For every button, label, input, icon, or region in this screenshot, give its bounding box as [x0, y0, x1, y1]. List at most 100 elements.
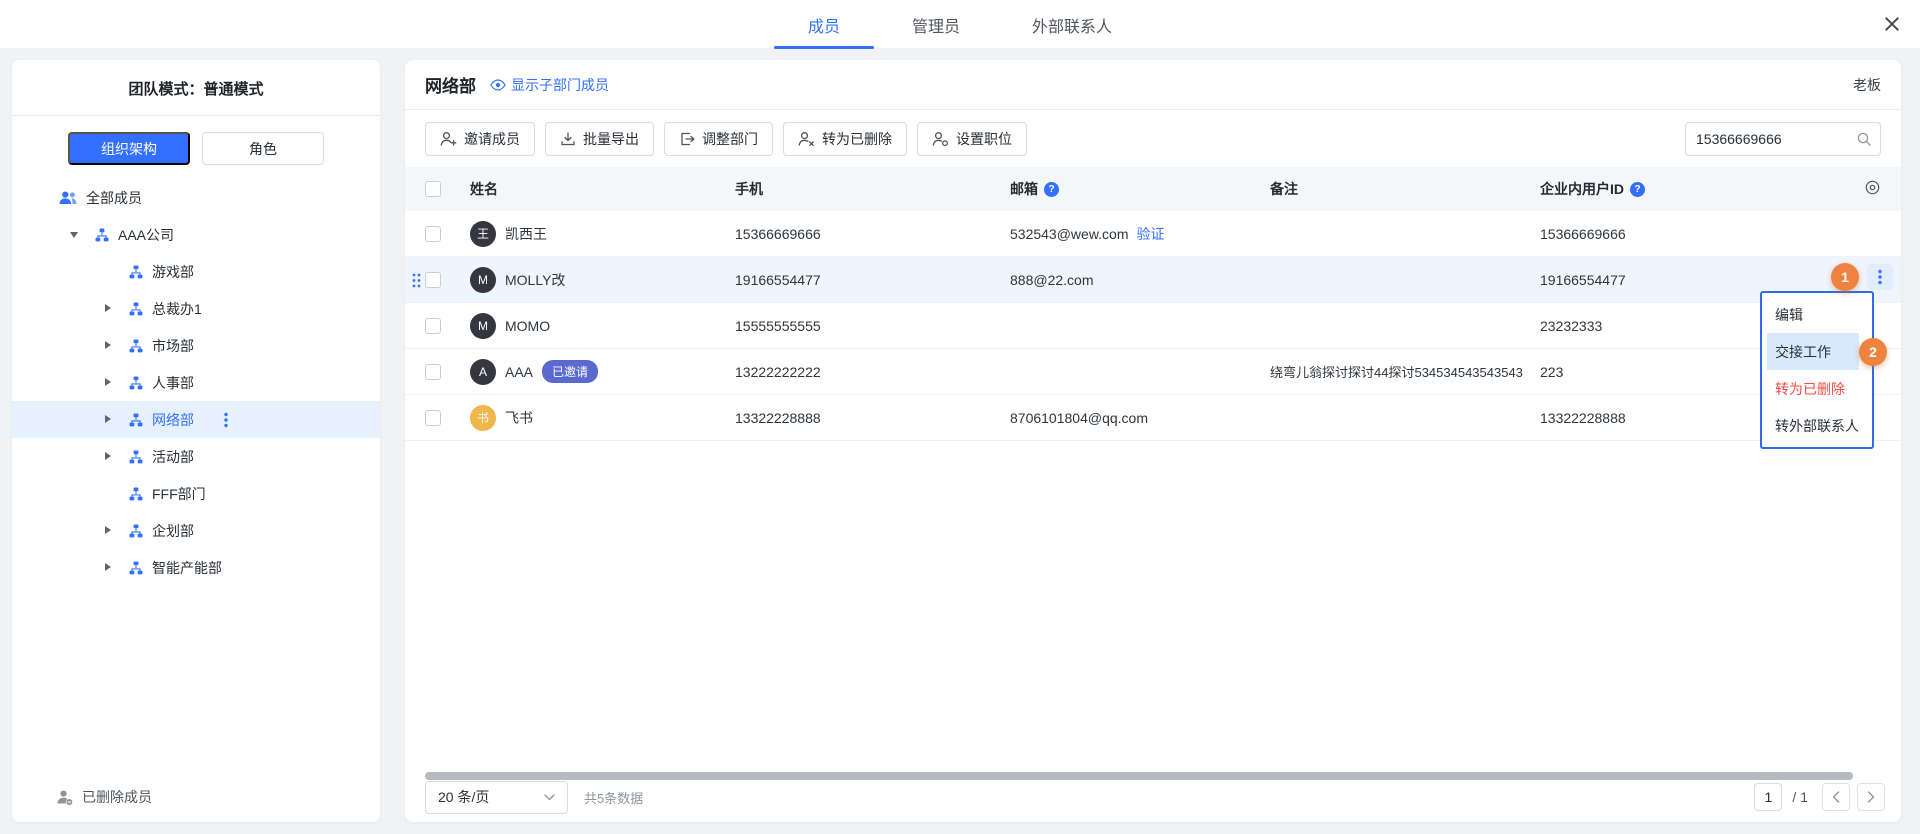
sidebar-divider — [12, 115, 380, 116]
person-gear-icon — [932, 131, 949, 147]
deleted-members-item[interactable]: 已删除成员 — [12, 782, 152, 812]
show-subdept-link[interactable]: 显示子部门成员 — [490, 75, 609, 95]
active-tab-underline — [774, 46, 874, 49]
department-icon — [129, 413, 143, 427]
menu-item-to-deleted[interactable]: 转为已删除 — [1762, 370, 1872, 407]
people-icon — [59, 191, 77, 205]
horizontal-scrollbar[interactable] — [425, 772, 1853, 780]
department-icon — [95, 228, 109, 242]
row-checkbox[interactable] — [425, 318, 441, 334]
person-x-icon — [798, 131, 815, 147]
page-input[interactable] — [1754, 783, 1782, 811]
tab-members-label: 成员 — [808, 13, 840, 37]
set-position-button[interactable]: 设置职位 — [917, 122, 1027, 156]
boss-label: 老板 — [1853, 75, 1881, 95]
help-icon[interactable]: ? — [1630, 182, 1645, 197]
close-icon[interactable] — [1882, 14, 1902, 34]
row-checkbox[interactable] — [425, 226, 441, 242]
tree-item-all-members[interactable]: 全部成员 — [12, 179, 380, 216]
table-row[interactable]: A AAA 已邀请 13222222222 绕弯儿翁探讨探讨44探讨534534… — [405, 349, 1901, 395]
batch-export-button[interactable]: 批量导出 — [545, 122, 654, 156]
tree-item-label: 人事部 — [152, 373, 194, 393]
context-menu: 编辑 交接工作 转为已删除 转外部联系人 — [1760, 291, 1874, 449]
chevron-right-icon[interactable] — [104, 341, 113, 350]
arrow-spacer — [104, 267, 113, 276]
search-icon[interactable] — [1856, 131, 1872, 147]
select-all-checkbox[interactable] — [425, 181, 441, 197]
column-user-id: 企业内用户ID ? — [1540, 179, 1790, 199]
more-actions-button[interactable] — [1867, 264, 1893, 290]
chevron-right-icon[interactable] — [104, 378, 113, 387]
menu-item-to-external[interactable]: 转外部联系人 — [1762, 407, 1872, 444]
chevron-down-icon[interactable] — [70, 230, 79, 239]
row-checkbox[interactable] — [425, 272, 441, 288]
tab-admins[interactable]: 管理员 — [912, 0, 960, 49]
total-count-label: 共5条数据 — [584, 788, 643, 807]
help-icon[interactable]: ? — [1044, 182, 1059, 197]
arrow-spacer — [104, 489, 113, 498]
move-to-deleted-button[interactable]: 转为已删除 — [783, 122, 907, 156]
column-settings-icon[interactable] — [1864, 179, 1881, 199]
drag-handle-icon[interactable] — [412, 273, 421, 291]
chevron-right-icon[interactable] — [104, 415, 113, 424]
toolbar: 邀请成员 批量导出 调整部门 转为已删除 设置职位 — [405, 110, 1901, 167]
sidebar-dept-item-selected[interactable]: 网络部 — [12, 401, 380, 438]
tree-item-label: 企划部 — [152, 521, 194, 541]
menu-item-handover[interactable]: 交接工作 — [1767, 333, 1859, 370]
row-checkbox[interactable] — [425, 410, 441, 426]
chevron-right-icon[interactable] — [104, 563, 113, 572]
tree-item-label: 总裁办1 — [152, 299, 202, 319]
chevron-right-icon — [1867, 791, 1875, 803]
sidebar-dept-item[interactable]: 人事部 — [12, 364, 380, 401]
prev-page-button[interactable] — [1822, 783, 1850, 811]
phone-cell: 15366669666 — [735, 226, 1010, 242]
chevron-right-icon[interactable] — [104, 452, 113, 461]
chevron-right-icon[interactable] — [104, 526, 113, 535]
sidebar-dept-item[interactable]: 智能产能部 — [12, 549, 380, 586]
verify-link[interactable]: 验证 — [1137, 226, 1165, 242]
main-header: 网络部 显示子部门成员 老板 — [405, 60, 1901, 110]
member-name: MOMO — [505, 318, 550, 334]
table-row-highlighted[interactable]: M MOLLY改 19166554477 888@22.com 19166554… — [405, 257, 1901, 303]
org-structure-button[interactable]: 组织架构 — [68, 132, 190, 165]
menu-item-edit[interactable]: 编辑 — [1762, 296, 1872, 333]
department-icon — [129, 339, 143, 353]
invite-member-label: 邀请成员 — [464, 129, 520, 149]
step-badge-1: 1 — [1831, 263, 1859, 291]
tree-item-company[interactable]: AAA公司 — [12, 216, 380, 253]
table-row[interactable]: 王 凯西王 15366669666 532543@wew.com验证 15366… — [405, 211, 1901, 257]
invite-member-button[interactable]: 邀请成员 — [425, 122, 535, 156]
person-add-icon — [440, 131, 457, 147]
email-cell: 532543@wew.com验证 — [1010, 224, 1270, 244]
phone-cell: 15555555555 — [735, 318, 1010, 334]
row-checkbox[interactable] — [425, 364, 441, 380]
department-tree: 全部成员 AAA公司 游戏部 总裁办1 市场部 — [12, 179, 380, 586]
tab-external-contacts[interactable]: 外部联系人 — [1032, 0, 1112, 49]
sidebar-dept-item[interactable]: 活动部 — [12, 438, 380, 475]
roles-button[interactable]: 角色 — [202, 132, 324, 165]
sidebar-dept-item[interactable]: 总裁办1 — [12, 290, 380, 327]
avatar: 王 — [470, 221, 496, 247]
department-icon — [129, 376, 143, 390]
invited-badge: 已邀请 — [542, 360, 598, 383]
next-page-button[interactable] — [1857, 783, 1885, 811]
dept-more-icon[interactable] — [224, 412, 228, 428]
page-size-value: 20 条/页 — [438, 787, 489, 807]
user-id-cell: 15366669666 — [1540, 226, 1790, 242]
tab-members[interactable]: 成员 — [808, 0, 840, 49]
sidebar-dept-item[interactable]: 市场部 — [12, 327, 380, 364]
chevron-down-icon — [544, 794, 555, 801]
kebab-icon — [1878, 269, 1882, 285]
column-name: 姓名 — [470, 179, 735, 199]
page-size-select[interactable]: 20 条/页 — [425, 781, 568, 814]
member-search-input[interactable] — [1685, 122, 1881, 156]
table-row[interactable]: 书 飞书 13322228888 8706101804@qq.com 13322… — [405, 395, 1901, 441]
chevron-right-icon[interactable] — [104, 304, 113, 313]
sidebar-dept-item[interactable]: FFF部门 — [12, 475, 380, 512]
step-badge-2: 2 — [1859, 338, 1887, 366]
adjust-dept-button[interactable]: 调整部门 — [664, 122, 773, 156]
table-row[interactable]: M MOMO 15555555555 23232333 — [405, 303, 1901, 349]
sidebar-dept-item[interactable]: 企划部 — [12, 512, 380, 549]
avatar: 书 — [470, 405, 496, 431]
sidebar-dept-item[interactable]: 游戏部 — [12, 253, 380, 290]
